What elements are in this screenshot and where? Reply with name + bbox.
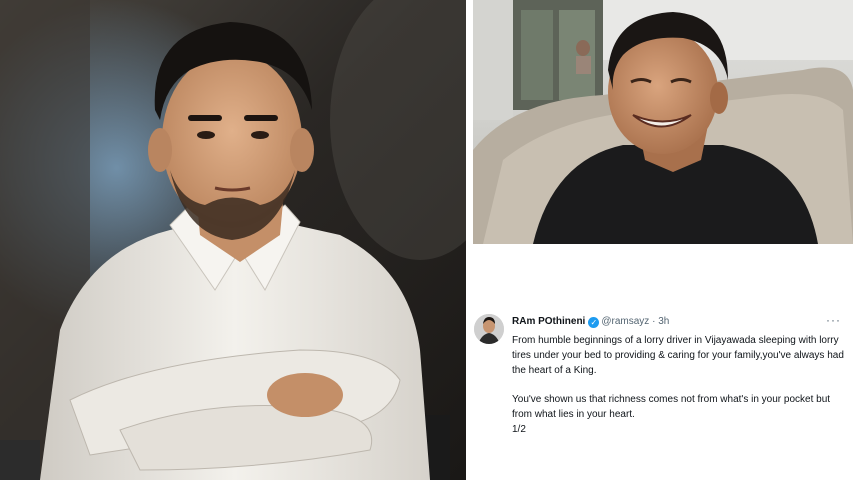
- avatar-photo: [474, 314, 504, 344]
- tweet-paragraph-1: From humble beginnings of a lorry driver…: [512, 335, 844, 376]
- handle[interactable]: @ramsayz: [601, 316, 649, 327]
- thread-count: 1/2: [512, 424, 526, 435]
- display-name[interactable]: RAm POthineni: [512, 316, 585, 327]
- more-options-icon[interactable]: ···: [826, 313, 841, 327]
- horizontal-divider: [473, 244, 853, 251]
- verified-badge-icon: ✓: [588, 317, 600, 328]
- right-photo: [473, 0, 853, 244]
- vertical-divider: [466, 0, 473, 480]
- older-man-smiling-photo: [473, 0, 853, 244]
- tweet-body: From humble beginnings of a lorry driver…: [512, 333, 846, 437]
- left-photo: [0, 0, 466, 480]
- tweet-header: RAm POthineni ✓ @ramsayz · 3h: [512, 315, 669, 329]
- separator: ·: [652, 316, 656, 327]
- tweet-paragraph-2: You've shown us that richness comes not …: [512, 392, 846, 437]
- tweet-paragraph-2-text: You've shown us that richness comes not …: [512, 394, 831, 420]
- avatar[interactable]: [474, 314, 504, 344]
- man-crossed-arms-photo: [0, 0, 466, 480]
- timestamp[interactable]: 3h: [658, 316, 669, 327]
